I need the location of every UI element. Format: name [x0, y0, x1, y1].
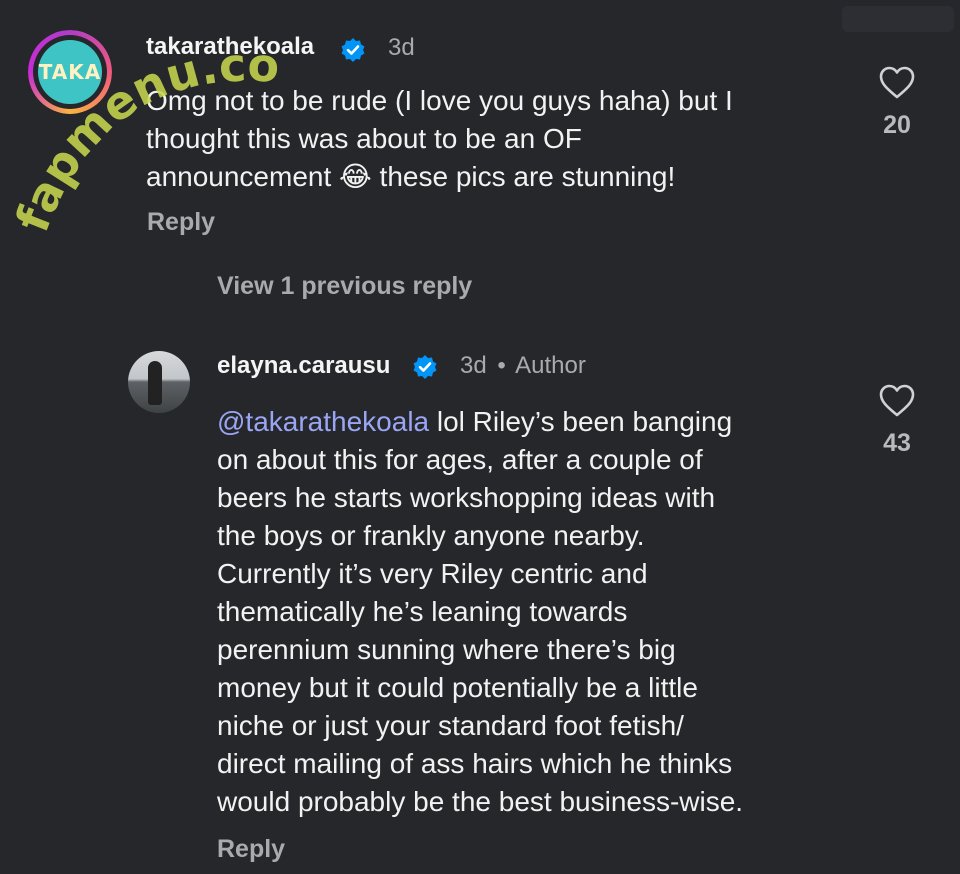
comment-text: @takarathekoala lol Riley’s been banging…	[217, 406, 744, 817]
comment-time: 3d	[388, 34, 415, 61]
verified-badge-icon	[413, 355, 437, 379]
avatar-elayna-carausu[interactable]	[128, 351, 190, 413]
reply-button[interactable]: Reply	[217, 835, 285, 864]
view-previous-replies-button[interactable]: View 1 previous reply	[217, 272, 472, 301]
verified-badge-icon	[341, 38, 365, 62]
blurred-header-region	[842, 6, 954, 32]
comment-meta: 3d • Author	[460, 352, 586, 379]
comment-text: Omg not to be rude (I love you guys haha…	[146, 85, 733, 192]
comment-username[interactable]: takarathekoala	[146, 33, 314, 61]
heart-icon	[879, 384, 915, 417]
like-count: 43	[883, 429, 911, 457]
heart-icon	[879, 66, 915, 99]
reply-button[interactable]: Reply	[147, 208, 215, 237]
like-count: 20	[883, 111, 911, 139]
like-button[interactable]: 43	[877, 384, 917, 458]
like-button[interactable]: 20	[877, 66, 917, 140]
comment-username[interactable]: elayna.carausu	[217, 352, 390, 380]
author-label: Author	[515, 352, 586, 379]
laughing-emoji-icon: 😂	[339, 161, 372, 192]
mention-link[interactable]: @takarathekoala	[217, 406, 429, 437]
avatar-takarathekoala[interactable]: TAKA	[28, 30, 112, 114]
